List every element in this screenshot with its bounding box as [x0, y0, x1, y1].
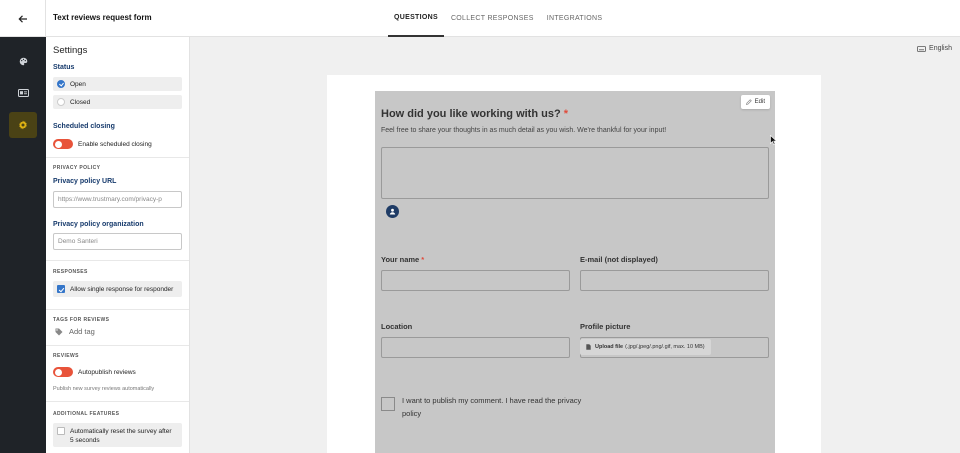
user-icon	[389, 208, 396, 215]
rail-item-design[interactable]	[9, 48, 37, 74]
avatar	[386, 205, 399, 218]
tab-integrations[interactable]: INTEGRATIONS	[541, 0, 609, 37]
required-mark: *	[563, 108, 569, 120]
upload-label: Upload file	[595, 344, 624, 350]
question-text: How did you like working with us?	[381, 108, 561, 120]
upload-file-button[interactable]: Upload file (.jpg/.jpeg/.png/.gif, max. …	[580, 339, 711, 355]
checkbox-checked-icon	[57, 285, 65, 293]
keyboard-icon	[917, 45, 926, 52]
responses-caption: RESPONSES	[53, 269, 88, 275]
divider	[46, 260, 189, 261]
tag-icon	[55, 328, 63, 335]
required-mark: *	[421, 255, 425, 264]
divider	[46, 401, 189, 402]
scheduled-closing-row: Enable scheduled closing	[53, 139, 152, 149]
status-title: Status	[53, 64, 75, 71]
status-option-label: Closed	[70, 98, 91, 106]
icon-rail	[0, 37, 46, 453]
divider	[46, 157, 189, 158]
gear-icon	[19, 120, 27, 130]
scheduled-closing-toggle[interactable]	[53, 139, 73, 149]
name-input[interactable]	[381, 270, 570, 291]
question-title: How did you like working with us? *	[381, 108, 568, 120]
edit-label: Edit	[754, 99, 765, 105]
auto-reset-label-line2: 5 seconds	[70, 437, 100, 444]
consent-checkbox[interactable]	[381, 397, 395, 411]
file-icon	[586, 344, 591, 350]
question-block[interactable]: Edit How did you like working with us? *…	[375, 91, 775, 453]
form-title: Text reviews request form	[53, 13, 152, 22]
language-label: English	[929, 45, 952, 52]
location-input[interactable]	[381, 337, 570, 358]
settings-title: Settings	[53, 45, 88, 56]
status-option-label: Open	[70, 80, 86, 88]
additional-caption: ADDITIONAL FEATURES	[53, 411, 120, 417]
palette-icon	[19, 57, 27, 65]
checkbox-empty-icon	[57, 427, 65, 435]
edit-button[interactable]: Edit	[740, 95, 770, 109]
pencil-icon	[745, 99, 752, 105]
auto-reset-label: Automatically reset the survey after 5 s…	[70, 427, 172, 445]
id-card-icon	[17, 89, 29, 97]
email-input[interactable]	[580, 270, 769, 291]
privacy-url-label: Privacy policy URL	[53, 178, 117, 185]
rail-item-settings[interactable]	[9, 112, 37, 138]
radio-empty-icon	[57, 98, 65, 106]
auto-reset-label-line1: Automatically reset the survey after	[70, 428, 172, 435]
privacy-org-label: Privacy policy organization	[53, 221, 144, 228]
name-label: Your name *	[381, 255, 424, 264]
settings-panel: Settings Status Open Closed Scheduled cl…	[46, 37, 190, 453]
scheduled-closing-title: Scheduled closing	[53, 123, 115, 130]
mouse-cursor-icon	[770, 135, 777, 145]
upload-hint: (.jpg/.jpeg/.png/.gif, max. 10 MB)	[625, 344, 705, 350]
add-tag-label: Add tag	[69, 327, 95, 336]
top-bar: Text reviews request form QUESTIONS COLL…	[0, 0, 960, 37]
add-tag-button[interactable]: Add tag	[53, 327, 95, 336]
privacy-org-input[interactable]	[53, 233, 182, 250]
arrow-left-icon	[17, 14, 27, 23]
autopublish-row: Autopublish reviews	[53, 367, 136, 377]
email-label: E-mail (not displayed)	[580, 255, 658, 264]
tab-bar: QUESTIONS COLLECT RESPONSES INTEGRATIONS	[388, 0, 609, 37]
answer-textarea[interactable]	[381, 147, 769, 199]
single-response-option[interactable]: Allow single response for responder	[53, 281, 182, 297]
divider	[46, 309, 189, 310]
rail-item-contact[interactable]	[9, 80, 37, 106]
language-selector[interactable]: English	[917, 45, 952, 52]
picture-label: Profile picture	[580, 322, 631, 331]
autopublish-label: Autopublish reviews	[78, 368, 136, 376]
autopublish-toggle[interactable]	[53, 367, 73, 377]
question-description: Feel free to share your thoughts in as m…	[381, 127, 667, 134]
consent-text: I want to publish my comment. I have rea…	[402, 396, 582, 418]
status-option-open[interactable]: Open	[53, 77, 182, 91]
privacy-url-input[interactable]	[53, 191, 182, 208]
reviews-caption: REVIEWS	[53, 353, 79, 359]
divider	[46, 345, 189, 346]
tab-questions[interactable]: QUESTIONS	[388, 0, 444, 37]
scheduled-closing-label: Enable scheduled closing	[78, 140, 152, 148]
autopublish-note: Publish new survey reviews automatically	[53, 386, 155, 392]
radio-selected-icon	[57, 80, 65, 88]
tags-caption: TAGS FOR REVIEWS	[53, 317, 110, 323]
auto-reset-option[interactable]: Automatically reset the survey after 5 s…	[53, 423, 182, 447]
status-option-closed[interactable]: Closed	[53, 95, 182, 109]
back-button[interactable]	[0, 0, 46, 37]
privacy-caption: PRIVACY POLICY	[53, 165, 101, 171]
location-label: Location	[381, 322, 413, 331]
tab-collect-responses[interactable]: COLLECT RESPONSES	[445, 0, 540, 37]
name-label-text: Your name	[381, 255, 420, 264]
form-preview: Edit How did you like working with us? *…	[327, 75, 821, 453]
single-response-label: Allow single response for responder	[70, 285, 174, 293]
main-area: English Edit How did you like working wi…	[190, 37, 960, 453]
